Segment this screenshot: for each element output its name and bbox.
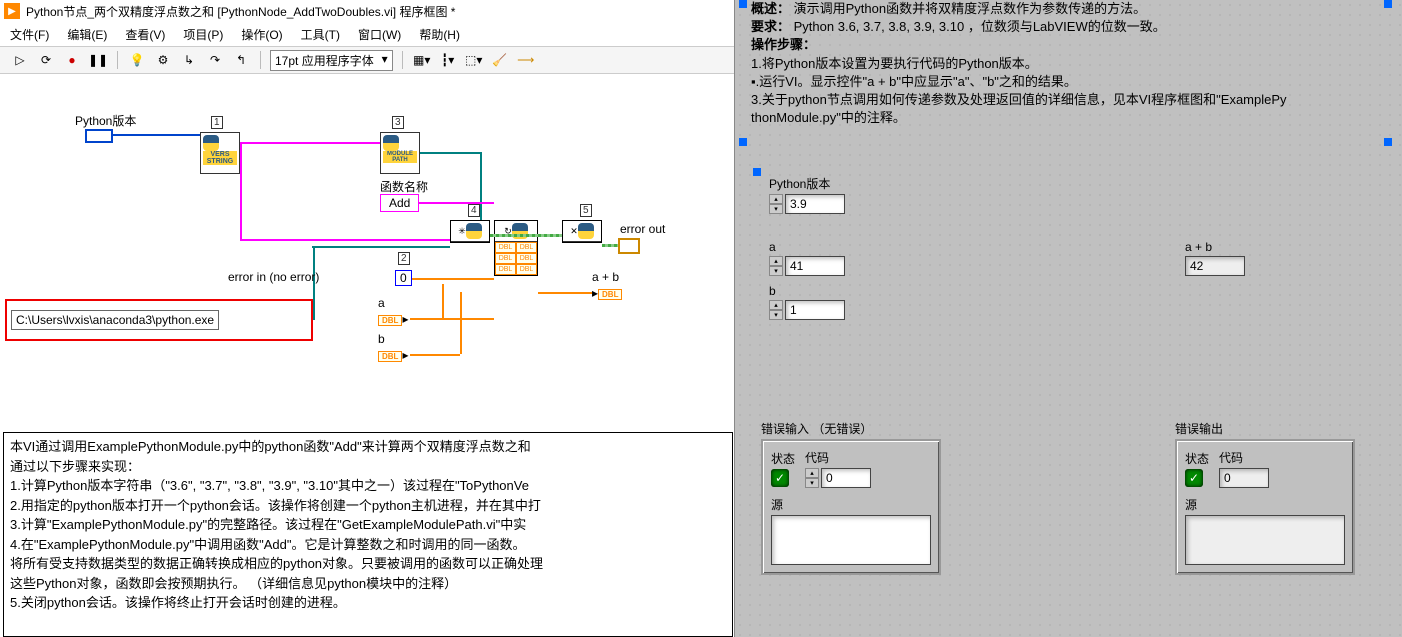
toolbar: ▷ ⟳ ● ❚❚ 💡 ⚙ ↳ ↷ ↰ 17pt 应用程序字体 ▦▾ ┇▾ ⬚▾ … <box>0 46 734 74</box>
module-path-subvi[interactable]: MODULE PATH <box>380 132 420 174</box>
python-icon <box>578 223 594 239</box>
python-open-session-node[interactable]: ✳ <box>450 220 490 243</box>
spin-down[interactable]: ▾ <box>805 478 819 488</box>
error-out-label: 错误输出 <box>1175 420 1355 437</box>
a-label: a <box>769 240 845 254</box>
menu-edit[interactable]: 编辑(E) <box>67 26 107 43</box>
aplusb-out-label: a + b <box>592 270 619 284</box>
spin-up[interactable]: ▴ <box>769 256 783 266</box>
front-panel[interactable]: 概述： 演示调用Python函数并将双精度浮点数作为参数传递的方法。 要求： P… <box>735 0 1402 637</box>
python-exe-path-constant[interactable]: C:\Users\lvxis\anaconda3\python.exe <box>11 310 219 330</box>
b-input[interactable] <box>785 300 845 320</box>
spin-up[interactable]: ▴ <box>805 468 819 478</box>
aplusb-indicator: a + b 42 <box>1185 240 1245 276</box>
python-call-node[interactable]: ↻ DBLDBL DBLDBL DBLDBL <box>494 220 538 276</box>
step-out-icon[interactable]: ↰ <box>231 50 251 70</box>
menu-file[interactable]: 文件(F) <box>10 26 49 43</box>
b-label: b <box>769 284 845 298</box>
node-index-4: 4 <box>468 204 480 217</box>
python-icon <box>466 223 482 239</box>
python-exe-path-highlight: C:\Users\lvxis\anaconda3\python.exe <box>5 299 313 341</box>
menu-window[interactable]: 窗口(W) <box>358 26 401 43</box>
node-index-1: 1 <box>211 116 223 129</box>
status-led-out: ✓ <box>1185 469 1203 487</box>
error-out-terminal[interactable] <box>618 238 640 254</box>
title-bar: ▶ Python节点_两个双精度浮点数之和 [PythonNode_AddTwo… <box>0 0 734 22</box>
node-index-3: 3 <box>392 116 404 129</box>
b-control: b ▴▾ <box>769 284 845 320</box>
b-terminal[interactable]: DBL▸ <box>378 348 408 362</box>
reorder-icon[interactable]: ⬚▾ <box>464 50 484 70</box>
error-out-label: error out <box>620 222 665 236</box>
python-icon <box>203 135 219 151</box>
cleanup-icon[interactable]: 🧹 <box>490 50 510 70</box>
node-index-2: 2 <box>398 252 410 265</box>
selection-handle[interactable] <box>739 138 747 146</box>
spin-down[interactable]: ▾ <box>769 204 783 214</box>
python-icon <box>383 135 399 151</box>
python-version-label: Python版本 <box>769 175 845 192</box>
b-label: b <box>378 332 385 346</box>
abort-button[interactable]: ● <box>62 50 82 70</box>
selection-handle[interactable] <box>753 168 761 176</box>
func-name-label: 函数名称 <box>380 178 428 195</box>
aplusb-label: a + b <box>1185 240 1245 254</box>
menu-tools[interactable]: 工具(T) <box>301 26 340 43</box>
menu-bar: 文件(F) 编辑(E) 查看(V) 项目(P) 操作(O) 工具(T) 窗口(W… <box>0 22 734 46</box>
step-into-icon[interactable]: ↳ <box>179 50 199 70</box>
python-version-label: Python版本 <box>75 112 136 129</box>
menu-project[interactable]: 项目(P) <box>183 26 223 43</box>
a-terminal[interactable]: DBL▸ <box>378 312 408 326</box>
pause-button[interactable]: ❚❚ <box>88 50 108 70</box>
menu-view[interactable]: 查看(V) <box>125 26 165 43</box>
error-in-code-input[interactable] <box>821 468 871 488</box>
font-select[interactable]: 17pt 应用程序字体 <box>270 50 393 71</box>
error-in-label: 错误输入 （无错误） <box>761 420 941 437</box>
version-subvi[interactable]: VERS STRING <box>200 132 240 174</box>
error-out-cluster: 错误输出 状态 ✓ 代码 0 源 <box>1175 420 1355 575</box>
selection-handle[interactable] <box>739 0 747 8</box>
error-in-cluster: 错误输入 （无错误） 状态 ✓ 代码 ▴▾ 源 <box>761 420 941 575</box>
error-out-code: 0 <box>1219 468 1269 488</box>
distribute-icon[interactable]: ┇▾ <box>438 50 458 70</box>
spin-up[interactable]: ▴ <box>769 194 783 204</box>
run-button[interactable]: ▷ <box>10 50 30 70</box>
block-diagram-canvas[interactable]: Python版本 1 VERS STRING 3 MODULE PATH 函数名… <box>0 74 734 417</box>
numeric-constant[interactable]: 0 <box>395 270 412 286</box>
step-over-icon[interactable]: ↷ <box>205 50 225 70</box>
run-continuous-button[interactable]: ⟳ <box>36 50 56 70</box>
selection-handle[interactable] <box>1384 138 1392 146</box>
error-out-source <box>1185 515 1345 565</box>
python-version-input[interactable] <box>785 194 845 214</box>
window-title: Python节点_两个双精度浮点数之和 [PythonNode_AddTwoDo… <box>26 3 455 20</box>
description-box: 本VI通过调用ExamplePythonModule.py中的python函数"… <box>3 432 733 637</box>
error-in-source[interactable] <box>771 515 931 565</box>
version-control-terminal[interactable] <box>85 129 113 143</box>
aplusb-display: 42 <box>1185 256 1245 276</box>
python-version-control: Python版本 ▴▾ <box>769 175 845 214</box>
aplusb-terminal[interactable]: ▸DBL <box>592 286 622 300</box>
a-label: a <box>378 296 385 310</box>
spin-up[interactable]: ▴ <box>769 300 783 310</box>
menu-operate[interactable]: 操作(O) <box>241 26 282 43</box>
menu-help[interactable]: 帮助(H) <box>419 26 460 43</box>
highlight-exec-icon[interactable]: 💡 <box>127 50 147 70</box>
search-icon[interactable]: ⟶ <box>516 50 536 70</box>
error-in-label: error in (no error) <box>228 270 319 284</box>
a-input[interactable] <box>785 256 845 276</box>
spin-down[interactable]: ▾ <box>769 310 783 320</box>
python-close-session-node[interactable]: ✕ <box>562 220 602 243</box>
status-led-in[interactable]: ✓ <box>771 469 789 487</box>
func-name-constant[interactable]: Add <box>380 194 419 212</box>
a-control: a ▴▾ <box>769 240 845 276</box>
retain-wire-icon[interactable]: ⚙ <box>153 50 173 70</box>
description-text[interactable]: 概述： 演示调用Python函数并将双精度浮点数作为参数传递的方法。 要求： P… <box>751 0 1391 127</box>
align-icon[interactable]: ▦▾ <box>412 50 432 70</box>
spin-down[interactable]: ▾ <box>769 266 783 276</box>
node-index-5: 5 <box>580 204 592 217</box>
app-icon: ▶ <box>4 3 20 19</box>
